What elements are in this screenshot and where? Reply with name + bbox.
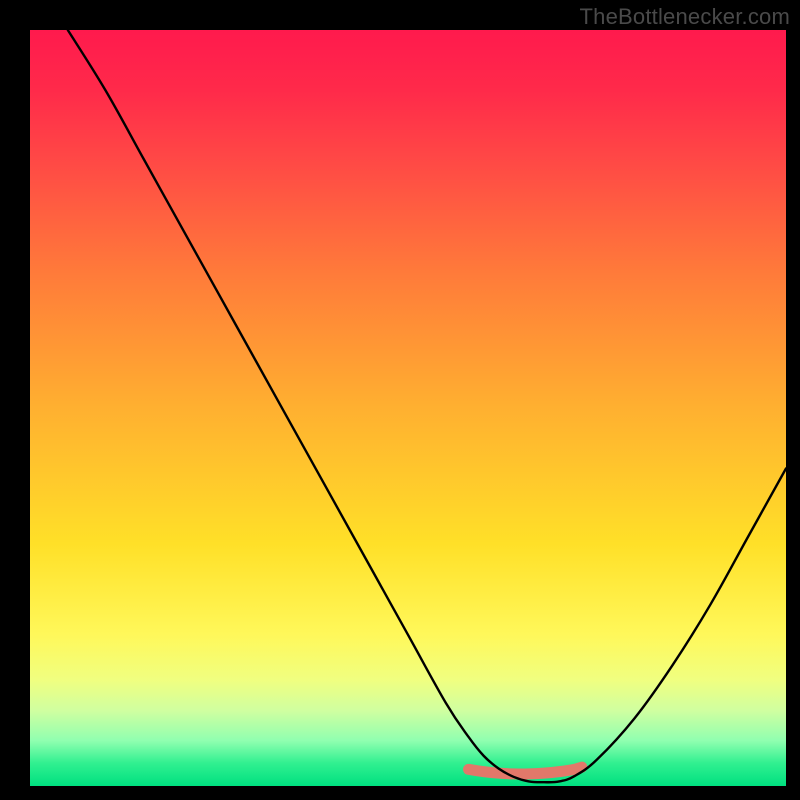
watermark-text: TheBottlenecker.com (580, 4, 790, 30)
plot-area (30, 30, 786, 786)
bottleneck-curve (68, 30, 786, 782)
fit-segment (468, 767, 581, 774)
chart-svg (30, 30, 786, 786)
chart-frame: TheBottlenecker.com (0, 0, 800, 800)
